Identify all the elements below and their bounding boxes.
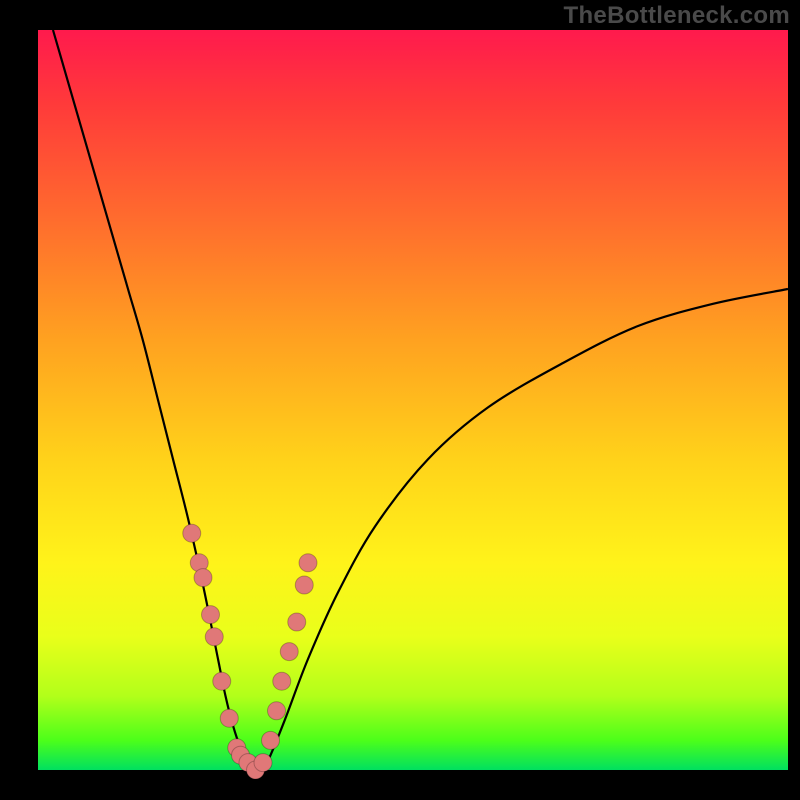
highlighted-point [288, 613, 306, 631]
highlighted-point [295, 576, 313, 594]
highlighted-point [205, 628, 223, 646]
highlighted-point [254, 754, 272, 772]
highlighted-point [262, 731, 280, 749]
bottleneck-curve [53, 30, 788, 771]
watermark-text: TheBottleneck.com [564, 2, 790, 30]
highlighted-point [183, 524, 201, 542]
highlighted-point [273, 672, 291, 690]
highlighted-points-group [183, 524, 317, 779]
highlighted-point [213, 672, 231, 690]
highlighted-point [280, 643, 298, 661]
highlighted-point [202, 606, 220, 624]
chart-frame: TheBottleneck.com [0, 0, 800, 800]
highlighted-point [299, 554, 317, 572]
chart-svg [0, 0, 800, 800]
highlighted-point [220, 709, 238, 727]
highlighted-point [268, 702, 286, 720]
highlighted-point [194, 569, 212, 587]
